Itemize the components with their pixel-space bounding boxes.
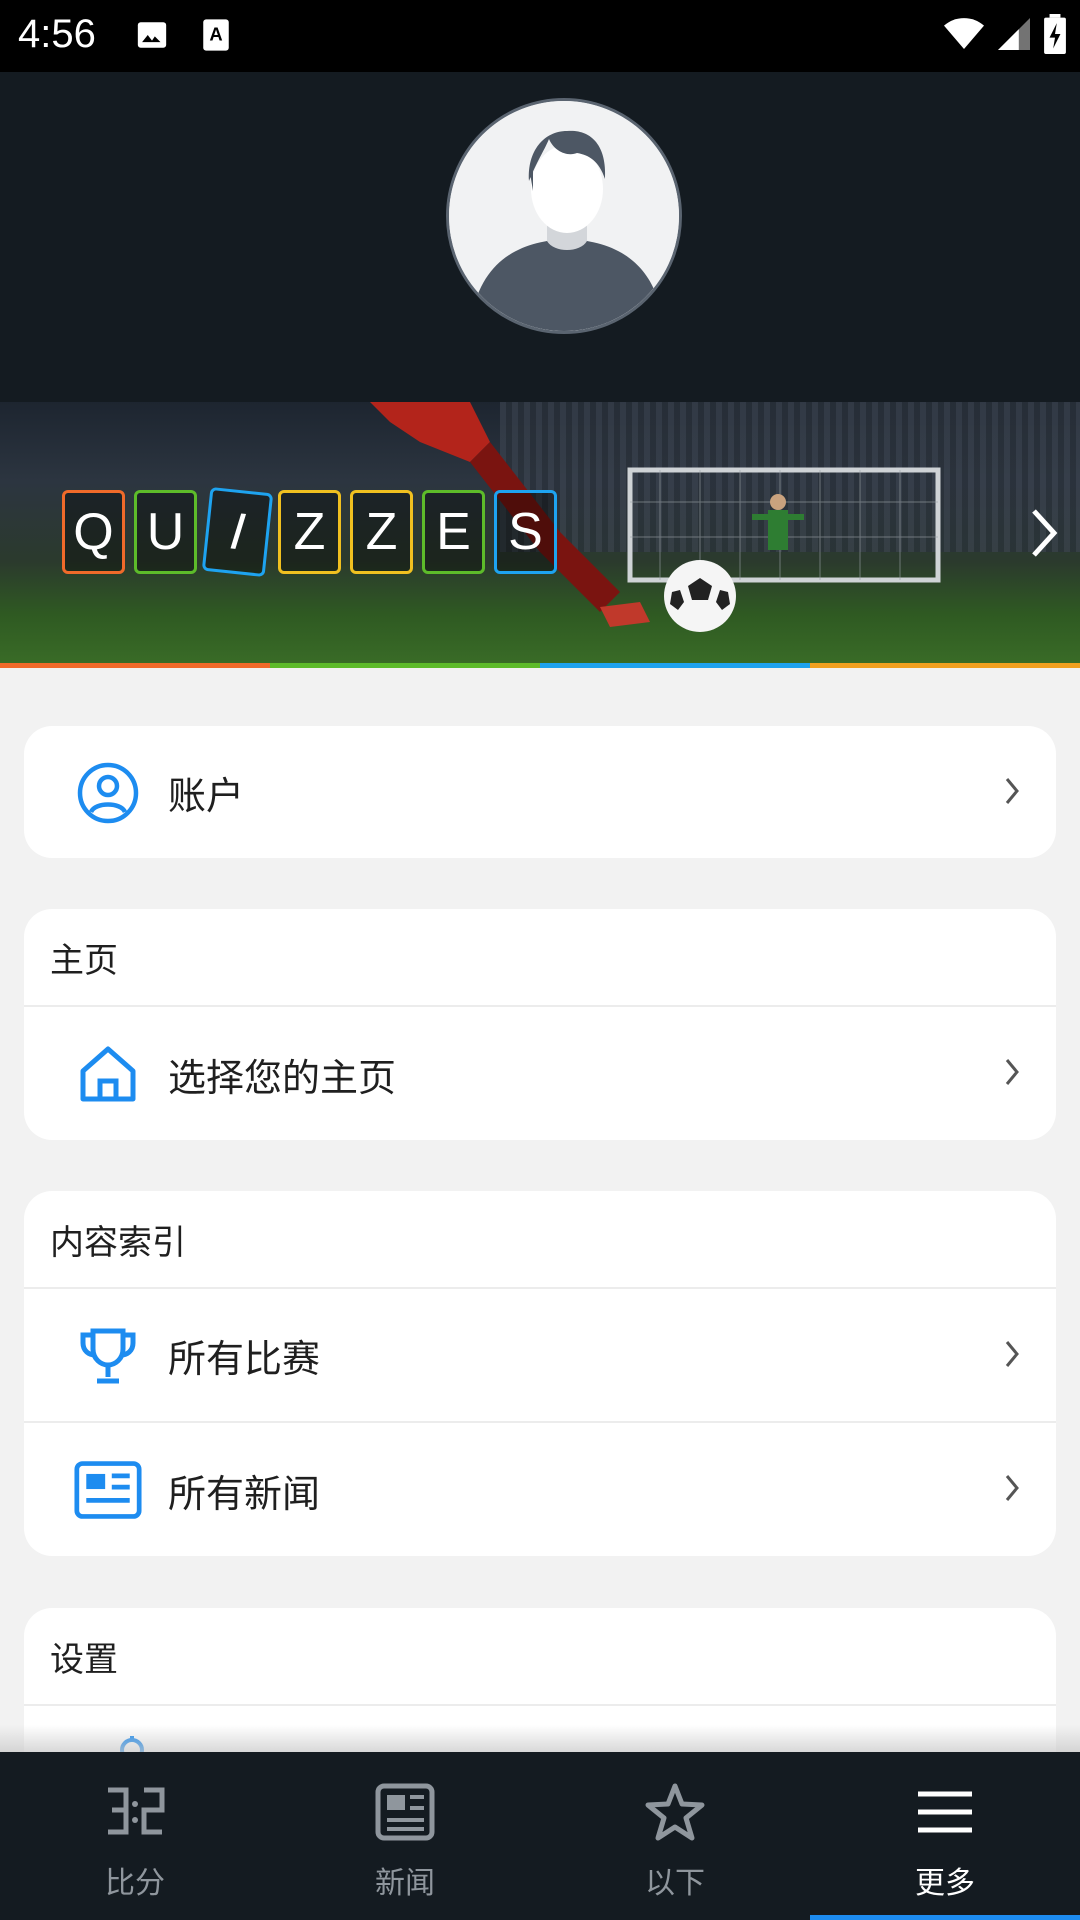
- account-card: 账户: [24, 726, 1056, 858]
- nav-label-following: 以下: [645, 1866, 705, 1901]
- choose-homepage-row[interactable]: 选择您的主页: [24, 1007, 1056, 1140]
- nav-label-news: 新闻: [375, 1866, 435, 1901]
- home-icon: [74, 1040, 142, 1108]
- quiz-letter: Q: [62, 490, 125, 574]
- signal-icon: [998, 17, 1030, 55]
- all-matches-row[interactable]: 所有比赛: [24, 1289, 1056, 1423]
- banner-color-underline: [0, 663, 1080, 668]
- all-news-row[interactable]: 所有新闻: [24, 1423, 1056, 1556]
- content-index-section-header: 内容索引: [24, 1191, 1056, 1289]
- quiz-letter: E: [422, 490, 485, 574]
- bottom-navigation: 比分 新闻 以下 更多: [0, 1752, 1080, 1920]
- quiz-banner[interactable]: Q U I Z Z E S: [0, 402, 1080, 668]
- person-avatar-icon[interactable]: [446, 98, 682, 334]
- quizzes-logo: Q U I Z Z E S: [62, 486, 557, 578]
- account-label: 账户: [168, 773, 245, 818]
- news-icon: [74, 1456, 142, 1524]
- image-icon: [135, 18, 169, 56]
- nav-item-following[interactable]: 以下: [540, 1752, 810, 1920]
- score-icon: [102, 1782, 168, 1846]
- wifi-icon: [944, 17, 984, 55]
- nav-item-scores[interactable]: 比分: [0, 1752, 270, 1920]
- account-row[interactable]: 账户: [24, 726, 1056, 858]
- profile-header: [0, 72, 1080, 402]
- status-time: 4:56: [18, 12, 96, 56]
- svg-text:A: A: [209, 24, 222, 45]
- nav-label-more: 更多: [915, 1866, 975, 1901]
- battery-charging-icon: [1044, 14, 1066, 58]
- chevron-right-icon: [1004, 1057, 1020, 1091]
- status-notification-icons: A: [135, 18, 231, 56]
- chevron-right-icon: [1004, 1473, 1020, 1507]
- scroll-fade-shadow: [0, 1725, 1080, 1752]
- status-system-icons: [944, 14, 1066, 58]
- active-tab-indicator: [810, 1915, 1080, 1920]
- all-matches-label: 所有比赛: [168, 1336, 321, 1381]
- content-index-card: 内容索引 所有比赛 所有新闻: [24, 1191, 1056, 1556]
- menu-icon: [914, 1782, 976, 1846]
- news-icon: [374, 1782, 436, 1846]
- homepage-section-header: 主页: [24, 909, 1056, 1007]
- all-news-label: 所有新闻: [168, 1471, 321, 1516]
- quiz-letter: Z: [350, 490, 413, 574]
- nav-label-scores: 比分: [105, 1866, 165, 1901]
- chevron-right-icon: [1004, 776, 1020, 810]
- quiz-letter: S: [494, 490, 557, 574]
- quiz-letter: U: [134, 490, 197, 574]
- text-icon: A: [201, 18, 231, 56]
- star-icon: [644, 1782, 706, 1846]
- status-bar: 4:56 A: [0, 0, 1080, 72]
- settings-section-header: 设置: [24, 1608, 1056, 1706]
- trophy-icon: [74, 1322, 142, 1390]
- chevron-right-icon[interactable]: [1028, 507, 1058, 563]
- account-circle-icon: [74, 759, 142, 827]
- nav-item-news[interactable]: 新闻: [270, 1752, 540, 1920]
- quiz-letter: Z: [278, 490, 341, 574]
- quiz-letter: I: [201, 486, 274, 578]
- choose-homepage-label: 选择您的主页: [168, 1055, 397, 1100]
- chevron-right-icon: [1004, 1339, 1020, 1373]
- nav-item-more[interactable]: 更多: [810, 1752, 1080, 1920]
- homepage-card: 主页 选择您的主页: [24, 909, 1056, 1140]
